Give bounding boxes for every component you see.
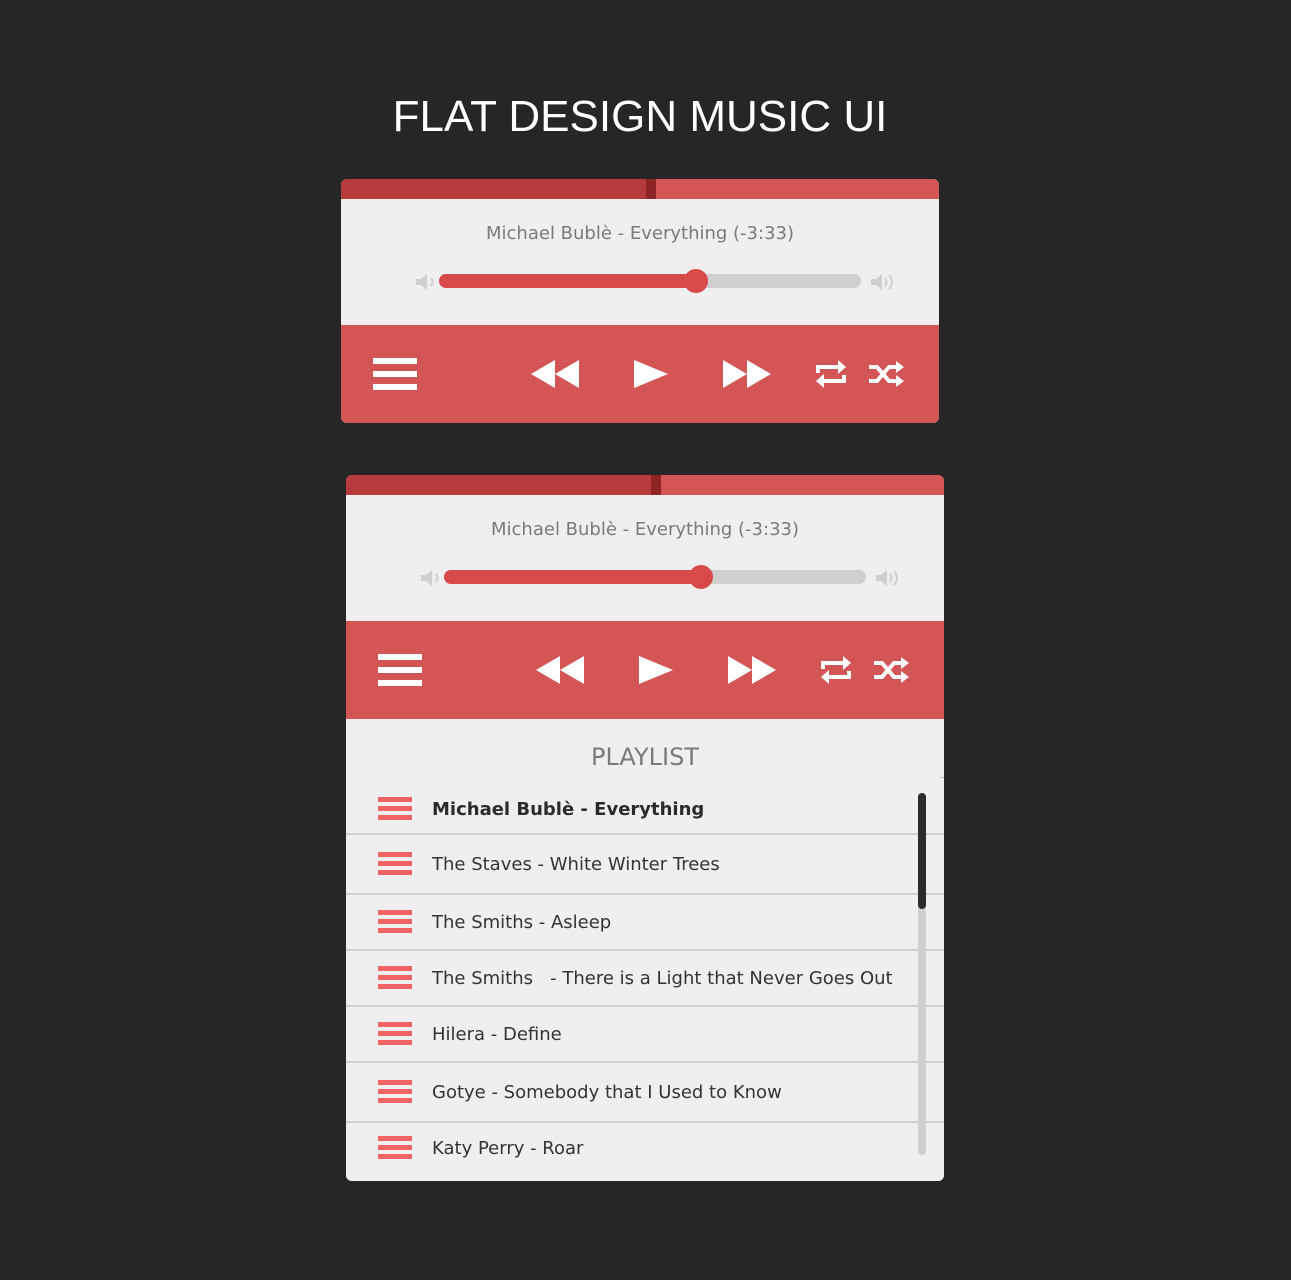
playlist-item-label: The Smiths - Asleep bbox=[432, 911, 612, 933]
fast-forward-icon bbox=[723, 360, 771, 388]
list-icon bbox=[378, 1136, 412, 1160]
music-player-compact: Michael Bublè - Everything (-3:33) bbox=[341, 179, 939, 423]
playlist-item[interactable]: Katy Perry - Roar bbox=[346, 1123, 944, 1173]
playlist-item-label: Gotye - Somebody that I Used to Know bbox=[432, 1081, 782, 1103]
volume-knob[interactable] bbox=[689, 565, 713, 589]
now-playing-title: Michael Bublè - Everything (-3:33) bbox=[491, 519, 799, 540]
playlist-item[interactable]: Michael Bublè - Everything bbox=[346, 785, 944, 835]
repeat-button[interactable] bbox=[816, 621, 856, 719]
list-icon bbox=[378, 1022, 412, 1046]
page-title: FLAT DESIGN MUSIC UI bbox=[392, 92, 888, 141]
playlist-item[interactable]: Gotye - Somebody that I Used to Know bbox=[346, 1063, 944, 1123]
player-controls bbox=[341, 325, 939, 423]
volume-high-icon[interactable] bbox=[874, 567, 902, 589]
play-icon bbox=[634, 360, 668, 388]
playlist-item[interactable]: Hilera - Define bbox=[346, 1007, 944, 1063]
rewind-icon bbox=[531, 360, 579, 388]
playlist-item-label: The Smiths - There is a Light that Never… bbox=[432, 967, 893, 989]
next-button[interactable] bbox=[719, 325, 775, 423]
playlist-divider bbox=[940, 777, 944, 778]
now-playing-title: Michael Bublè - Everything (-3:33) bbox=[486, 223, 794, 244]
list-icon bbox=[378, 966, 412, 990]
track-progress-handle[interactable] bbox=[646, 179, 656, 199]
volume-knob[interactable] bbox=[684, 269, 708, 293]
previous-button[interactable] bbox=[532, 621, 588, 719]
track-progress-fill bbox=[346, 475, 651, 495]
now-playing-panel: Michael Bublè - Everything (-3:33) bbox=[346, 495, 944, 621]
volume-high-icon[interactable] bbox=[869, 271, 897, 293]
playlist-item[interactable]: The Smiths - There is a Light that Never… bbox=[346, 951, 944, 1007]
menu-icon bbox=[378, 654, 422, 686]
playlist-item-label: The Staves - White Winter Trees bbox=[432, 853, 720, 875]
now-playing-panel: Michael Bublè - Everything (-3:33) bbox=[341, 199, 939, 325]
track-progress-bar[interactable] bbox=[341, 179, 939, 199]
volume-low-icon[interactable] bbox=[413, 271, 441, 293]
next-button[interactable] bbox=[724, 621, 780, 719]
playlist-item-label: Katy Perry - Roar bbox=[432, 1137, 584, 1159]
list-icon bbox=[378, 1080, 412, 1104]
shuffle-icon bbox=[874, 657, 909, 683]
volume-fill bbox=[439, 274, 696, 288]
rewind-icon bbox=[536, 656, 584, 684]
track-progress-fill bbox=[341, 179, 646, 199]
volume-low-icon[interactable] bbox=[418, 567, 446, 589]
volume-slider[interactable] bbox=[439, 269, 861, 293]
list-icon bbox=[378, 910, 412, 934]
music-player-with-playlist: Michael Bublè - Everything (-3:33) PLAYL… bbox=[346, 475, 944, 1181]
playlist-scrollbar[interactable] bbox=[918, 793, 926, 1155]
shuffle-button[interactable] bbox=[867, 325, 907, 423]
playlist-item[interactable]: The Staves - White Winter Trees bbox=[346, 835, 944, 895]
list-icon bbox=[378, 852, 412, 876]
volume-slider[interactable] bbox=[444, 565, 866, 589]
menu-icon bbox=[373, 358, 417, 390]
play-icon bbox=[639, 656, 673, 684]
track-progress-handle[interactable] bbox=[651, 475, 661, 495]
menu-button[interactable] bbox=[371, 325, 419, 423]
track-progress-bar[interactable] bbox=[346, 475, 944, 495]
shuffle-button[interactable] bbox=[872, 621, 912, 719]
repeat-icon bbox=[821, 656, 851, 684]
menu-button[interactable] bbox=[376, 621, 424, 719]
fast-forward-icon bbox=[728, 656, 776, 684]
playlist-title: PLAYLIST bbox=[591, 743, 699, 771]
play-button[interactable] bbox=[631, 325, 671, 423]
playlist-list: Michael Bublè - Everything The Staves - W… bbox=[346, 785, 944, 1173]
previous-button[interactable] bbox=[527, 325, 583, 423]
playlist-item-label: Michael Bublè - Everything bbox=[432, 798, 705, 820]
volume-fill bbox=[444, 570, 701, 584]
repeat-button[interactable] bbox=[811, 325, 851, 423]
repeat-icon bbox=[816, 360, 846, 388]
player-controls bbox=[346, 621, 944, 719]
list-icon bbox=[378, 797, 412, 821]
playlist-item[interactable]: The Smiths - Asleep bbox=[346, 895, 944, 951]
playlist-panel: PLAYLIST Michael Bublè - Everything The S… bbox=[346, 719, 944, 1181]
shuffle-icon bbox=[869, 361, 904, 387]
play-button[interactable] bbox=[636, 621, 676, 719]
playlist-item-label: Hilera - Define bbox=[432, 1023, 562, 1045]
playlist-scroll-thumb[interactable] bbox=[918, 793, 926, 909]
